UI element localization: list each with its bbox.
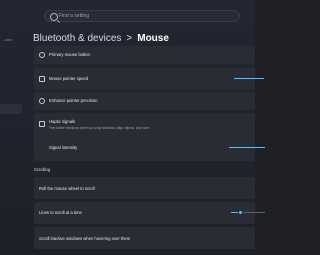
pointer-speed-slider[interactable] <box>234 78 264 79</box>
setting-label: Haptic signals <box>49 119 76 124</box>
setting-lines-to-scroll[interactable]: Lines to scroll at a time <box>34 202 265 224</box>
sidebar: ...com <box>0 22 24 255</box>
breadcrumb-parent[interactable]: Bluetooth & devices <box>33 33 121 44</box>
title-bar: Find a setting <box>0 0 255 22</box>
search-icon <box>50 13 58 21</box>
pointer-precision-icon <box>39 98 45 104</box>
setting-scroll-inactive[interactable]: Scroll inactive windows when hovering ov… <box>34 227 255 249</box>
search-box[interactable]: Find a setting <box>44 10 240 22</box>
lines-slider-track[interactable] <box>243 212 265 213</box>
setting-label: Lines to scroll at a time <box>39 210 82 215</box>
setting-enhance-pointer-precision[interactable]: Enhance pointer precision <box>34 92 255 110</box>
setting-description: Feel subtle vibrations when you snap win… <box>49 126 150 130</box>
main-content: Bluetooth & devices > Mouse Primary mouse … <box>24 22 265 255</box>
setting-label: Primary mouse button <box>49 52 90 57</box>
setting-label: Enhance pointer precision <box>49 98 98 103</box>
setting-roll-wheel[interactable]: Roll the mouse wheel to scroll <box>34 177 255 199</box>
setting-label: Mouse pointer speed <box>49 76 89 81</box>
sidebar-account-email: ...com <box>2 38 12 42</box>
signal-intensity-label: Signal intensity <box>49 145 78 150</box>
haptic-icon <box>39 121 45 127</box>
search-input[interactable]: Find a setting <box>59 12 235 21</box>
mouse-icon <box>39 52 45 58</box>
setting-haptic-signals[interactable]: Haptic signals Feel subtle vibrations wh… <box>34 113 265 161</box>
page-title: Mouse <box>137 33 169 44</box>
pointer-speed-icon <box>39 76 45 82</box>
breadcrumb: Bluetooth & devices > Mouse <box>33 28 169 44</box>
settings-window: Find a setting ...com Bluetooth & device… <box>0 0 265 255</box>
setting-label: Scroll inactive windows when hovering ov… <box>39 236 131 241</box>
sidebar-item-selected[interactable] <box>0 104 22 114</box>
setting-label: Roll the mouse wheel to scroll <box>39 186 95 191</box>
setting-mouse-pointer-speed[interactable]: Mouse pointer speed <box>34 68 264 90</box>
breadcrumb-separator: > <box>126 33 133 44</box>
section-title-scrolling: Scrolling <box>34 167 51 172</box>
setting-primary-mouse-button[interactable]: Primary mouse button <box>34 46 255 64</box>
signal-intensity-slider[interactable] <box>229 147 265 148</box>
